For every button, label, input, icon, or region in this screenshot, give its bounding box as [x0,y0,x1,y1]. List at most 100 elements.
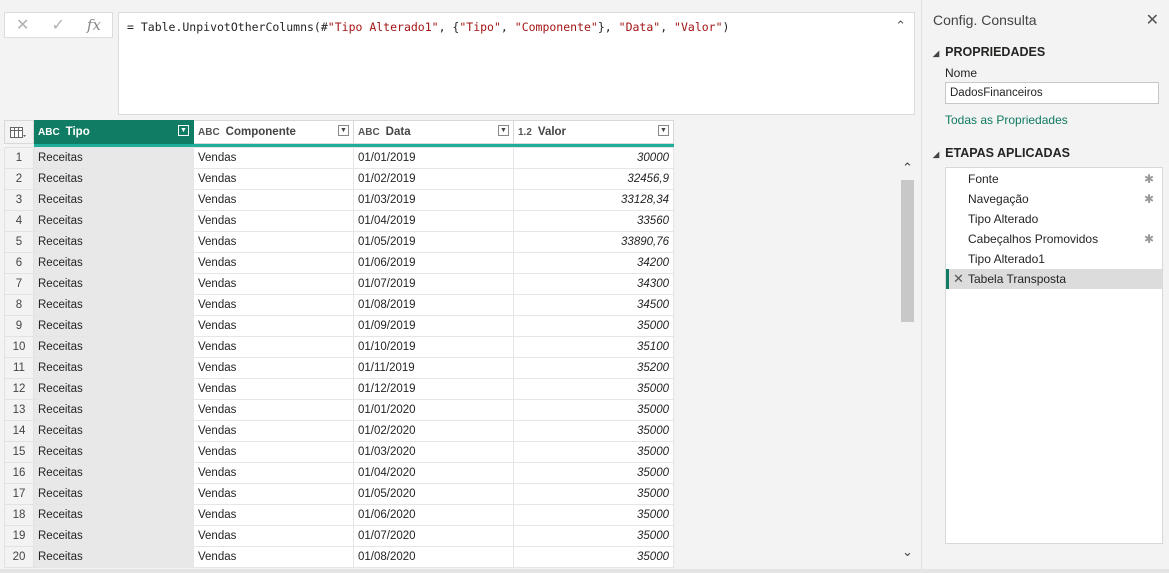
applied-steps-section-header[interactable]: ◢ ETAPAS APLICADAS [933,146,1070,160]
cell-tipo[interactable]: Receitas [33,189,194,211]
cell-valor[interactable]: 35000 [513,504,674,526]
cell-data[interactable]: 01/02/2019 [353,168,514,190]
row-number[interactable]: 7 [4,273,34,295]
cell-tipo[interactable]: Receitas [33,147,194,169]
cell-valor[interactable]: 33890,76 [513,231,674,253]
cell-tipo[interactable]: Receitas [33,462,194,484]
cell-componente[interactable]: Vendas [193,231,354,253]
cell-data[interactable]: 01/06/2020 [353,504,514,526]
cell-componente[interactable]: Vendas [193,504,354,526]
cell-valor[interactable]: 34500 [513,294,674,316]
gear-icon[interactable]: ✱ [1144,169,1154,189]
filter-dropdown-icon[interactable]: ▼ [178,125,189,136]
cancel-icon[interactable]: ✕ [16,15,29,35]
cell-tipo[interactable]: Receitas [33,315,194,337]
cell-valor[interactable]: 35000 [513,420,674,442]
applied-step[interactable]: Tipo Alterado1 [946,249,1162,269]
cell-data[interactable]: 01/08/2019 [353,294,514,316]
cell-data[interactable]: 01/04/2020 [353,462,514,484]
cell-componente[interactable]: Vendas [193,483,354,505]
cell-valor[interactable]: 32456,9 [513,168,674,190]
applied-step[interactable]: Cabeçalhos Promovidos ✱ [946,229,1162,249]
close-icon[interactable]: ✕ [1146,10,1159,30]
vertical-scrollbar[interactable]: ⌃ ⌄ [899,160,916,560]
gear-icon[interactable]: ✱ [1144,229,1154,249]
applied-step[interactable]: ✕ Tabela Transposta [946,269,1162,289]
cell-valor[interactable]: 35000 [513,315,674,337]
cell-tipo[interactable]: Receitas [33,273,194,295]
scroll-thumb[interactable] [901,180,914,322]
row-number[interactable]: 5 [4,231,34,253]
cell-data[interactable]: 01/06/2019 [353,252,514,274]
cell-componente[interactable]: Vendas [193,147,354,169]
row-number[interactable]: 10 [4,336,34,358]
properties-section-header[interactable]: ◢ PROPRIEDADES [933,45,1045,59]
cell-tipo[interactable]: Receitas [33,504,194,526]
column-type-icon[interactable]: ABC [198,127,220,138]
row-number[interactable]: 2 [4,168,34,190]
cell-componente[interactable]: Vendas [193,357,354,379]
cell-tipo[interactable]: Receitas [33,399,194,421]
query-name-input[interactable]: DadosFinanceiros [945,82,1159,104]
filter-dropdown-icon[interactable]: ▼ [658,125,669,136]
applied-step[interactable]: Tipo Alterado [946,209,1162,229]
cell-tipo[interactable]: Receitas [33,441,194,463]
cell-valor[interactable]: 30000 [513,147,674,169]
cell-data[interactable]: 01/11/2019 [353,357,514,379]
cell-data[interactable]: 01/02/2020 [353,420,514,442]
cell-componente[interactable]: Vendas [193,336,354,358]
cell-data[interactable]: 01/10/2019 [353,336,514,358]
row-number[interactable]: 12 [4,378,34,400]
row-number[interactable]: 11 [4,357,34,379]
cell-componente[interactable]: Vendas [193,441,354,463]
cell-data[interactable]: 01/05/2019 [353,231,514,253]
cell-componente[interactable]: Vendas [193,462,354,484]
filter-dropdown-icon[interactable]: ▼ [498,125,509,136]
cell-data[interactable]: 01/01/2019 [353,147,514,169]
cell-valor[interactable]: 35200 [513,357,674,379]
row-number[interactable]: 18 [4,504,34,526]
cell-componente[interactable]: Vendas [193,273,354,295]
cell-valor[interactable]: 35000 [513,399,674,421]
cell-tipo[interactable]: Receitas [33,231,194,253]
cell-data[interactable]: 01/08/2020 [353,546,514,568]
cell-componente[interactable]: Vendas [193,378,354,400]
cell-valor[interactable]: 33560 [513,210,674,232]
cell-tipo[interactable]: Receitas [33,336,194,358]
cell-valor[interactable]: 35000 [513,462,674,484]
cell-data[interactable]: 01/07/2019 [353,273,514,295]
cell-valor[interactable]: 35100 [513,336,674,358]
cell-componente[interactable]: Vendas [193,168,354,190]
row-number[interactable]: 9 [4,315,34,337]
chevron-up-icon[interactable]: ⌃ [895,19,906,34]
cell-componente[interactable]: Vendas [193,315,354,337]
cell-tipo[interactable]: Receitas [33,420,194,442]
cell-data[interactable]: 01/12/2019 [353,378,514,400]
cell-componente[interactable]: Vendas [193,525,354,547]
cell-tipo[interactable]: Receitas [33,546,194,568]
cell-data[interactable]: 01/03/2019 [353,189,514,211]
cell-valor[interactable]: 35000 [513,441,674,463]
cell-componente[interactable]: Vendas [193,210,354,232]
cell-tipo[interactable]: Receitas [33,483,194,505]
fx-icon[interactable]: fx [87,16,101,34]
cell-componente[interactable]: Vendas [193,546,354,568]
cell-tipo[interactable]: Receitas [33,357,194,379]
cell-tipo[interactable]: Receitas [33,252,194,274]
cell-componente[interactable]: Vendas [193,294,354,316]
row-number[interactable]: 20 [4,546,34,568]
row-number[interactable]: 4 [4,210,34,232]
cell-data[interactable]: 01/04/2019 [353,210,514,232]
row-number[interactable]: 17 [4,483,34,505]
cell-tipo[interactable]: Receitas [33,378,194,400]
applied-step[interactable]: Navegação ✱ [946,189,1162,209]
cell-componente[interactable]: Vendas [193,189,354,211]
row-number[interactable]: 6 [4,252,34,274]
cell-data[interactable]: 01/05/2020 [353,483,514,505]
cell-data[interactable]: 01/07/2020 [353,525,514,547]
cell-componente[interactable]: Vendas [193,420,354,442]
scroll-up-icon[interactable]: ⌃ [899,160,916,176]
cell-valor[interactable]: 34200 [513,252,674,274]
column-type-icon[interactable]: 1.2 [518,127,532,138]
column-type-icon[interactable]: ABC [38,127,60,138]
